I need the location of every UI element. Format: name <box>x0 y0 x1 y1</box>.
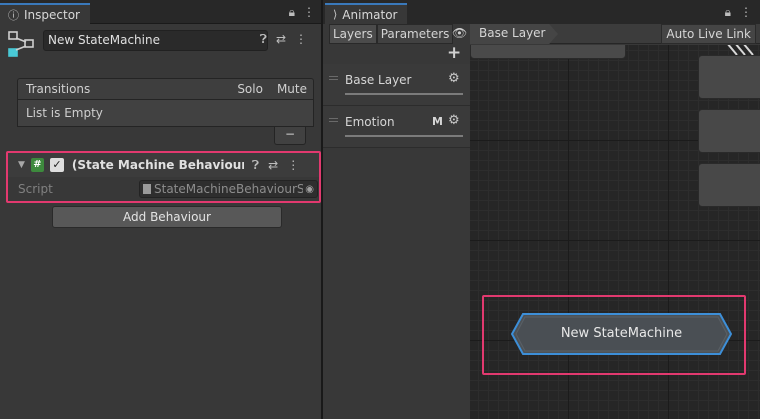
lock-icon[interactable]: 🔒︎ <box>725 5 731 20</box>
foldout-arrow-icon[interactable]: ▼ <box>18 160 25 170</box>
animator-graph[interactable]: New StateMachine <box>470 45 760 419</box>
info-icon: ⓘ <box>8 8 19 22</box>
preset-icon[interactable]: ⇄ <box>268 158 278 173</box>
kebab-menu-icon[interactable]: ⋮ <box>740 5 752 20</box>
script-value: StateMachineBehaviourS <box>154 182 304 196</box>
script-row: Script StateMachineBehaviourS ◉ <box>8 177 319 201</box>
state-node[interactable] <box>698 163 760 207</box>
state-node[interactable] <box>698 109 760 153</box>
state-node[interactable] <box>698 55 760 99</box>
tab-parameters[interactable]: Parameters <box>376 24 454 44</box>
behaviour-enabled-checkbox[interactable]: ✓ <box>49 158 64 172</box>
add-layer-button[interactable]: + <box>447 43 461 63</box>
animator-tabbar: ⟩ Animator 🔒︎ ⋮ <box>323 0 760 24</box>
script-hash-icon: # <box>30 158 44 172</box>
behaviour-component: ▼ # ✓ (State Machine Behaviour Sar ❓︎ ⇄ … <box>6 151 321 203</box>
state-machine-name-field[interactable]: New StateMachine <box>43 30 268 51</box>
behaviour-title: (State Machine Behaviour Sar <box>71 158 244 172</box>
layers-list: Base Layer ⚙ Emotion M ⚙ <box>323 64 470 419</box>
script-label: Script <box>18 182 53 196</box>
animator-icon: ⟩ <box>333 8 338 21</box>
transitions-title: Transitions <box>26 82 91 96</box>
inspector-tab-tools: 🔒︎ ⋮ <box>289 5 315 20</box>
layer-weight-bar <box>345 135 463 137</box>
breadcrumb[interactable]: Base Layer <box>470 24 558 44</box>
kebab-menu-icon[interactable]: ⋮ <box>287 158 299 173</box>
inspector-panel: ⓘ Inspector 🔒︎ ⋮ New StateMachine ❓︎ ⇄ ⋮… <box>0 0 321 419</box>
drag-handle-icon[interactable] <box>329 76 338 80</box>
inspector-header: New StateMachine ❓︎ ⇄ ⋮ <box>0 24 321 68</box>
state-node[interactable] <box>470 45 626 59</box>
behaviour-tools: ❓︎ ⇄ ⋮ <box>252 158 299 173</box>
add-behaviour-button[interactable]: Add Behaviour <box>52 206 282 228</box>
state-machine-node[interactable]: New StateMachine <box>511 313 732 355</box>
mask-badge: M <box>432 115 443 128</box>
mute-column-label: Mute <box>276 82 307 96</box>
gear-icon[interactable]: ⚙ <box>448 71 460 86</box>
layer-name: Base Layer <box>345 73 412 87</box>
kebab-menu-icon[interactable]: ⋮ <box>303 5 315 20</box>
transitions-list: Transitions Solo Mute List is Empty − <box>17 78 314 145</box>
state-machine-node-label: New StateMachine <box>560 326 683 341</box>
help-icon[interactable]: ❓︎ <box>252 158 259 173</box>
transitions-header: Transitions Solo Mute <box>17 78 314 100</box>
layer-name: Emotion <box>345 115 395 129</box>
remove-transition-button[interactable]: − <box>274 127 306 145</box>
inspector-tabbar: ⓘ Inspector 🔒︎ ⋮ <box>0 0 321 24</box>
script-object-field[interactable]: StateMachineBehaviourS ◉ <box>139 180 318 198</box>
transitions-empty: List is Empty <box>17 100 314 127</box>
animator-subtabs: Layers Parameters <box>329 24 454 44</box>
state-machine-icon <box>8 31 34 57</box>
tab-layers[interactable]: Layers <box>329 24 377 44</box>
object-picker-icon[interactable]: ◉ <box>305 184 314 195</box>
tab-animator[interactable]: ⟩ Animator <box>325 3 408 24</box>
behaviour-header: ▼ # ✓ (State Machine Behaviour Sar ❓︎ ⇄ … <box>8 153 319 177</box>
solo-column-label: Solo <box>237 82 263 96</box>
preset-icon[interactable]: ⇄ <box>276 32 286 47</box>
eye-icon[interactable]: 👁︎ <box>452 26 467 40</box>
layer-item-emotion[interactable]: Emotion M ⚙ <box>323 106 470 148</box>
tab-animator-label: Animator <box>342 7 398 22</box>
drag-handle-icon[interactable] <box>329 118 338 122</box>
layer-item-base[interactable]: Base Layer ⚙ <box>323 64 470 106</box>
tab-inspector[interactable]: ⓘ Inspector <box>0 3 90 24</box>
gear-icon[interactable]: ⚙ <box>448 113 460 128</box>
layer-weight-bar <box>345 93 463 95</box>
auto-live-link-toggle[interactable]: Auto Live Link <box>661 24 756 44</box>
graph-toolbar: Base Layer Auto Live Link <box>470 24 760 44</box>
animator-panel: ⟩ Animator 🔒︎ ⋮ Layers Parameters 👁︎ + B… <box>323 0 760 419</box>
kebab-menu-icon[interactable]: ⋮ <box>295 32 307 47</box>
tab-inspector-label: Inspector <box>24 7 80 22</box>
lock-icon[interactable]: 🔒︎ <box>289 5 295 20</box>
help-icon[interactable]: ❓︎ <box>260 32 267 47</box>
inspector-header-tools: ❓︎ ⇄ ⋮ <box>260 32 307 47</box>
script-file-icon <box>143 184 151 194</box>
animator-tab-tools: 🔒︎ ⋮ <box>725 5 752 20</box>
